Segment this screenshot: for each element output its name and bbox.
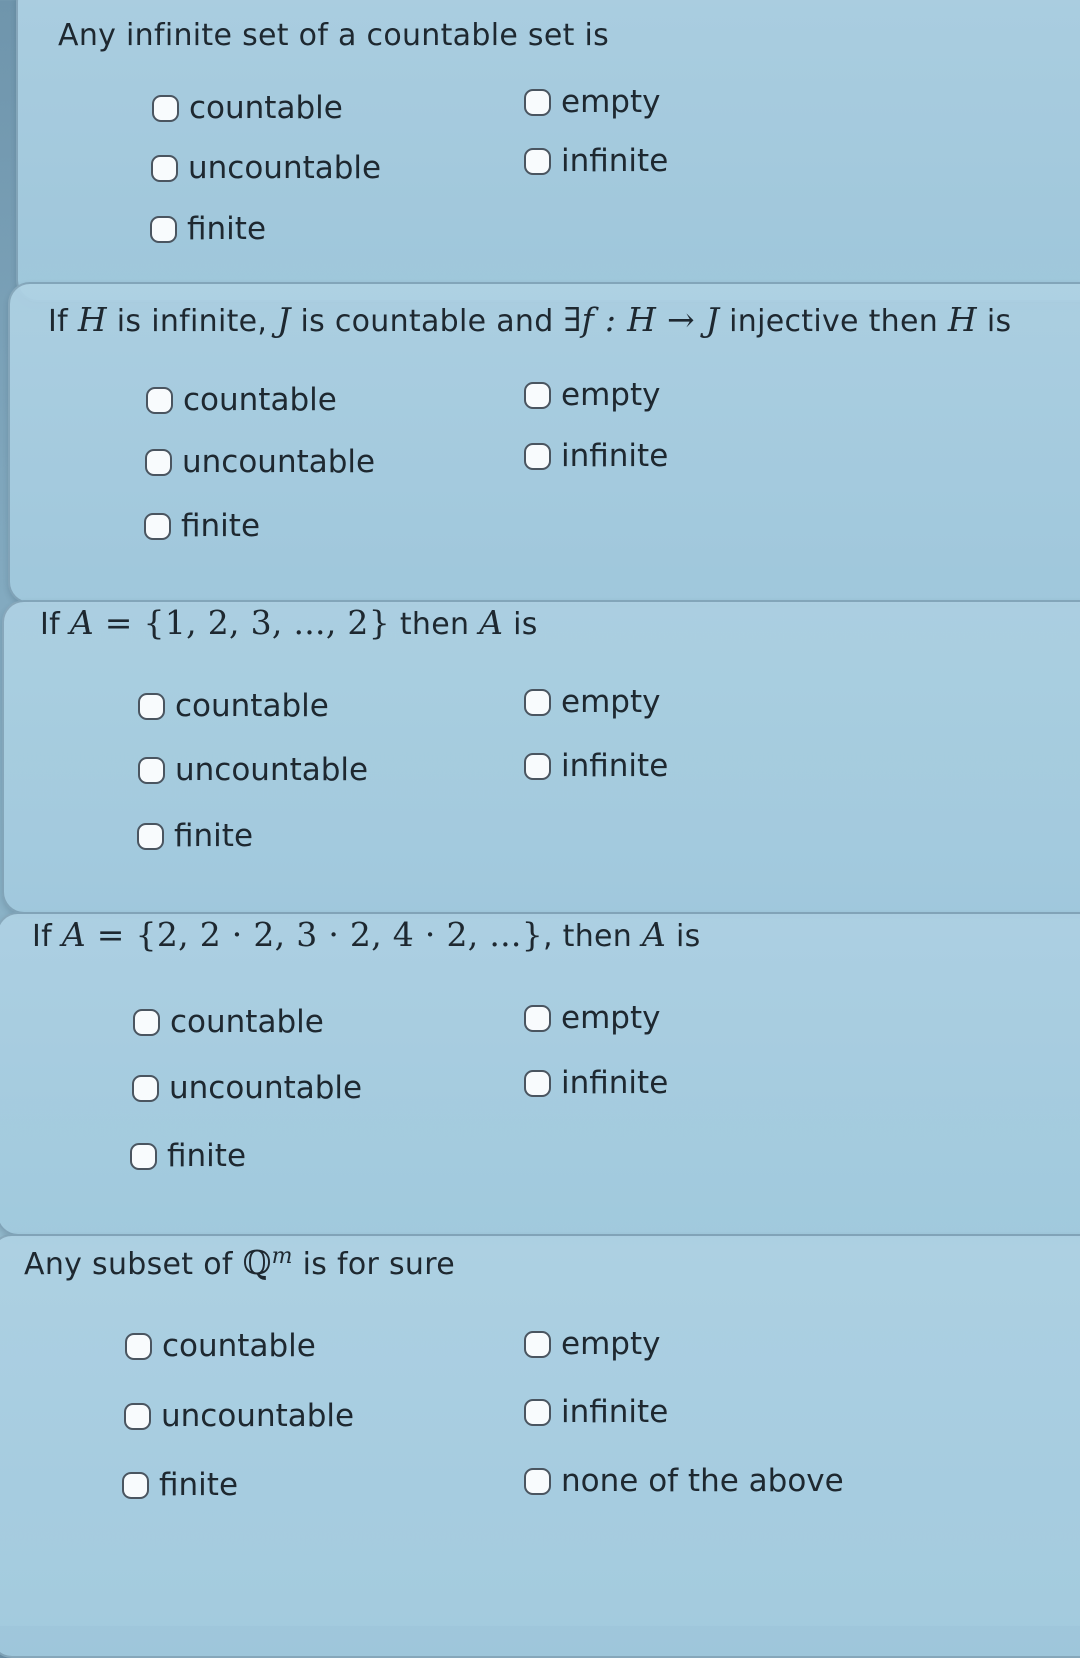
checkbox[interactable] bbox=[132, 1074, 159, 1102]
q1-option-uncountable[interactable]: uncountable bbox=[151, 150, 381, 186]
question-3-prompt: If A = {1, 2, 3, ..., 2} then A is bbox=[40, 603, 538, 642]
checkbox[interactable] bbox=[524, 1004, 551, 1032]
q2-option-empty[interactable]: empty bbox=[524, 377, 660, 413]
checkbox[interactable] bbox=[124, 1402, 151, 1430]
q2-option-infinite[interactable]: infinite bbox=[524, 438, 668, 474]
checkbox[interactable] bbox=[130, 1142, 157, 1170]
checkbox[interactable] bbox=[137, 822, 164, 850]
checkbox[interactable] bbox=[524, 1330, 551, 1358]
q3-option-countable[interactable]: countable bbox=[138, 688, 329, 724]
q3-option-uncountable[interactable]: uncountable bbox=[138, 752, 368, 788]
checkbox[interactable] bbox=[524, 1398, 551, 1426]
checkbox[interactable] bbox=[524, 1467, 551, 1495]
checkbox[interactable] bbox=[138, 756, 165, 784]
q1-option-finite[interactable]: finite bbox=[150, 211, 266, 247]
q3-option-infinite[interactable]: infinite bbox=[524, 748, 668, 784]
question-4-prompt: If A = {2, 2 · 2, 3 · 2, 4 · 2, ...}, th… bbox=[32, 915, 701, 954]
q4-option-finite[interactable]: finite bbox=[130, 1138, 246, 1174]
checkbox[interactable] bbox=[152, 94, 179, 122]
q5-option-finite[interactable]: finite bbox=[122, 1467, 238, 1503]
checkbox[interactable] bbox=[524, 1069, 551, 1097]
q1-option-countable[interactable]: countable bbox=[152, 90, 343, 126]
q5-option-none-of-the-above[interactable]: none of the above bbox=[524, 1463, 844, 1499]
q4-option-uncountable[interactable]: uncountable bbox=[132, 1070, 362, 1106]
q4-option-empty[interactable]: empty bbox=[524, 1000, 660, 1036]
q5-option-countable[interactable]: countable bbox=[125, 1328, 316, 1364]
checkbox[interactable] bbox=[524, 381, 551, 409]
q2-option-countable[interactable]: countable bbox=[146, 382, 337, 418]
checkbox[interactable] bbox=[133, 1008, 160, 1036]
q2-option-uncountable[interactable]: uncountable bbox=[145, 444, 375, 480]
checkbox[interactable] bbox=[138, 692, 165, 720]
q1-option-infinite[interactable]: infinite bbox=[524, 143, 668, 179]
checkbox[interactable] bbox=[146, 386, 173, 414]
q1-option-empty[interactable]: empty bbox=[524, 84, 660, 120]
checkbox[interactable] bbox=[150, 215, 177, 243]
q4-option-infinite[interactable]: infinite bbox=[524, 1065, 668, 1101]
q5-option-empty[interactable]: empty bbox=[524, 1326, 660, 1362]
checkbox[interactable] bbox=[524, 752, 551, 780]
q3-option-empty[interactable]: empty bbox=[524, 684, 660, 720]
checkbox[interactable] bbox=[144, 512, 171, 540]
checkbox[interactable] bbox=[524, 147, 551, 175]
question-card-5 bbox=[0, 1234, 1080, 1658]
checkbox[interactable] bbox=[125, 1332, 152, 1360]
checkbox[interactable] bbox=[524, 688, 551, 716]
q5-option-uncountable[interactable]: uncountable bbox=[124, 1398, 354, 1434]
question-2-prompt: If H is infinite, J is countable and ∃f … bbox=[48, 300, 1012, 339]
question-1-prompt: Any infinite set of a countable set is bbox=[58, 18, 610, 53]
q3-option-finite[interactable]: finite bbox=[137, 818, 253, 854]
q2-option-finite[interactable]: finite bbox=[144, 508, 260, 544]
checkbox[interactable] bbox=[151, 154, 178, 182]
question-5-prompt: Any subset of ℚm is for sure bbox=[24, 1243, 455, 1282]
q5-option-infinite[interactable]: infinite bbox=[524, 1394, 668, 1430]
checkbox[interactable] bbox=[122, 1471, 149, 1499]
checkbox[interactable] bbox=[145, 448, 172, 476]
checkbox[interactable] bbox=[524, 442, 551, 470]
checkbox[interactable] bbox=[524, 88, 551, 116]
q4-option-countable[interactable]: countable bbox=[133, 1004, 324, 1040]
